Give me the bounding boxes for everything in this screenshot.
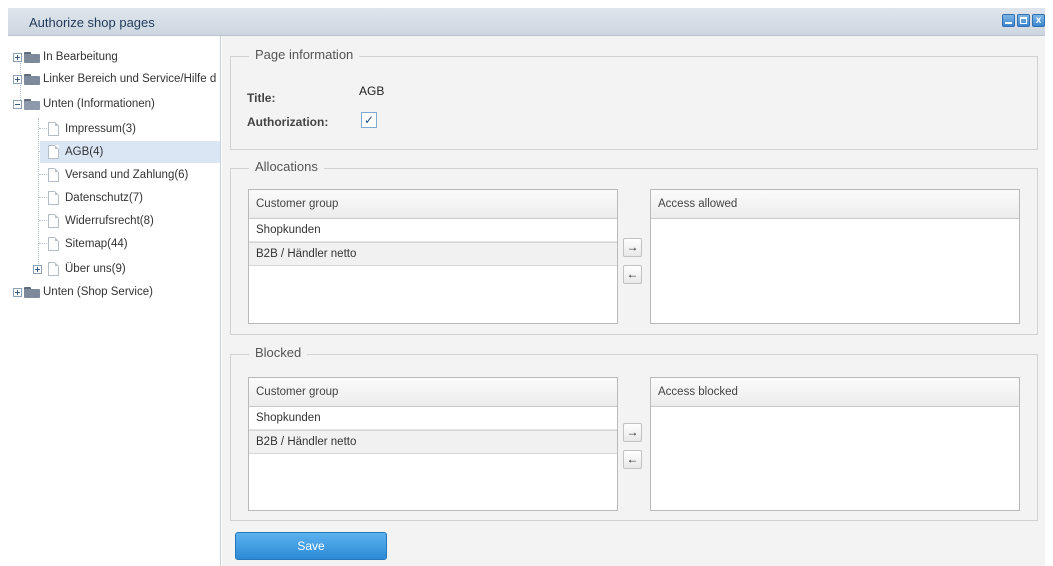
- tree-item-label: Linker Bereich und Service/Hilfe d: [43, 73, 217, 85]
- tree-item-label: Unten (Shop Service): [43, 286, 153, 298]
- column-header: Customer group: [249, 190, 617, 219]
- window-titlebar: Authorize shop pages x: [8, 8, 1045, 36]
- folder-icon: [24, 73, 40, 85]
- access-blocked-grid: Access blocked: [650, 377, 1020, 511]
- tree-item-label: Widerrufsrecht(8): [65, 215, 154, 227]
- main-panel: Page information Title: AGB Authorizatio…: [222, 36, 1045, 566]
- section-legend: Page information: [249, 47, 360, 62]
- page-icon: [48, 191, 59, 205]
- allocations-section: Allocations Customer group Shopkunden B2…: [230, 159, 1038, 335]
- blocked-section: Blocked Customer group Shopkunden B2B / …: [230, 345, 1038, 521]
- save-button[interactable]: Save: [235, 532, 387, 560]
- page-information-section: Page information Title: AGB Authorizatio…: [230, 47, 1038, 150]
- collapse-icon[interactable]: [13, 99, 22, 109]
- window-controls: x: [1002, 14, 1045, 27]
- tree-item-sitemap[interactable]: Sitemap(44): [48, 233, 128, 255]
- tree-item-label: Sitemap(44): [65, 238, 128, 250]
- tree-item-widerrufsrecht[interactable]: Widerrufsrecht(8): [48, 210, 154, 232]
- tree-item-impressum[interactable]: Impressum(3): [48, 118, 136, 140]
- move-right-button[interactable]: →: [623, 238, 642, 257]
- list-item[interactable]: B2B / Händler netto: [249, 430, 617, 454]
- title-value: AGB: [359, 84, 385, 98]
- section-legend: Allocations: [249, 159, 324, 174]
- move-left-button[interactable]: ←: [623, 265, 642, 284]
- page-icon: [48, 237, 59, 251]
- list-item[interactable]: Shopkunden: [249, 219, 617, 242]
- tree-connector: [38, 118, 39, 268]
- expand-icon[interactable]: [13, 52, 22, 62]
- move-left-button[interactable]: ←: [623, 450, 642, 469]
- tree-item-versand[interactable]: Versand und Zahlung(6): [48, 164, 188, 186]
- page-tree: In Bearbeitung Linker Bereich und Servic…: [8, 36, 221, 566]
- column-header: Access allowed: [651, 190, 1019, 219]
- tree-item-agb[interactable]: AGB(4): [40, 141, 220, 163]
- expand-icon[interactable]: [13, 74, 22, 84]
- window-title: Authorize shop pages: [29, 15, 155, 30]
- tree-item-unten-shop-service[interactable]: Unten (Shop Service): [13, 281, 153, 303]
- section-legend: Blocked: [249, 345, 308, 360]
- page-icon: [48, 122, 59, 136]
- authorization-label: Authorization:: [247, 115, 329, 129]
- tree-item-label: Über uns(9): [65, 263, 126, 275]
- tree-item-label: Unten (Informationen): [43, 98, 155, 110]
- access-allowed-grid: Access allowed: [650, 189, 1020, 324]
- authorization-checkbox[interactable]: ✓: [361, 112, 377, 128]
- list-item[interactable]: B2B / Händler netto: [249, 242, 617, 266]
- tree-item-unten-informationen[interactable]: Unten (Informationen): [13, 93, 155, 115]
- expand-icon[interactable]: [33, 264, 42, 274]
- tree-item-datenschutz[interactable]: Datenschutz(7): [48, 187, 143, 209]
- title-label: Title:: [247, 91, 276, 105]
- page-icon: [48, 262, 59, 276]
- minimize-icon[interactable]: [1002, 14, 1015, 27]
- tree-item-ueber-uns[interactable]: Über uns(9): [33, 258, 126, 280]
- folder-icon: [24, 51, 40, 63]
- allocations-customer-group-grid: Customer group Shopkunden B2B / Händler …: [248, 189, 618, 324]
- page-icon: [48, 145, 59, 159]
- column-header: Customer group: [249, 378, 617, 407]
- expand-icon[interactable]: [13, 287, 22, 297]
- folder-icon: [24, 286, 40, 298]
- list-item[interactable]: Shopkunden: [249, 407, 617, 430]
- tree-item-label: AGB(4): [65, 146, 104, 158]
- tree-item-linker-bereich[interactable]: Linker Bereich und Service/Hilfe d: [13, 68, 216, 90]
- tree-item-label: Versand und Zahlung(6): [65, 169, 189, 181]
- move-right-button[interactable]: →: [623, 423, 642, 442]
- page-icon: [48, 214, 59, 228]
- page-icon: [48, 168, 59, 182]
- close-icon[interactable]: x: [1032, 14, 1045, 27]
- blocked-customer-group-grid: Customer group Shopkunden B2B / Händler …: [248, 377, 618, 511]
- column-header: Access blocked: [651, 378, 1019, 407]
- folder-open-icon: [24, 98, 40, 110]
- tree-item-label: Datenschutz(7): [65, 192, 143, 204]
- maximize-icon[interactable]: [1017, 14, 1030, 27]
- tree-item-label: In Bearbeitung: [43, 51, 118, 63]
- tree-item-label: Impressum(3): [65, 123, 136, 135]
- tree-item-in-bearbeitung[interactable]: In Bearbeitung: [13, 46, 118, 68]
